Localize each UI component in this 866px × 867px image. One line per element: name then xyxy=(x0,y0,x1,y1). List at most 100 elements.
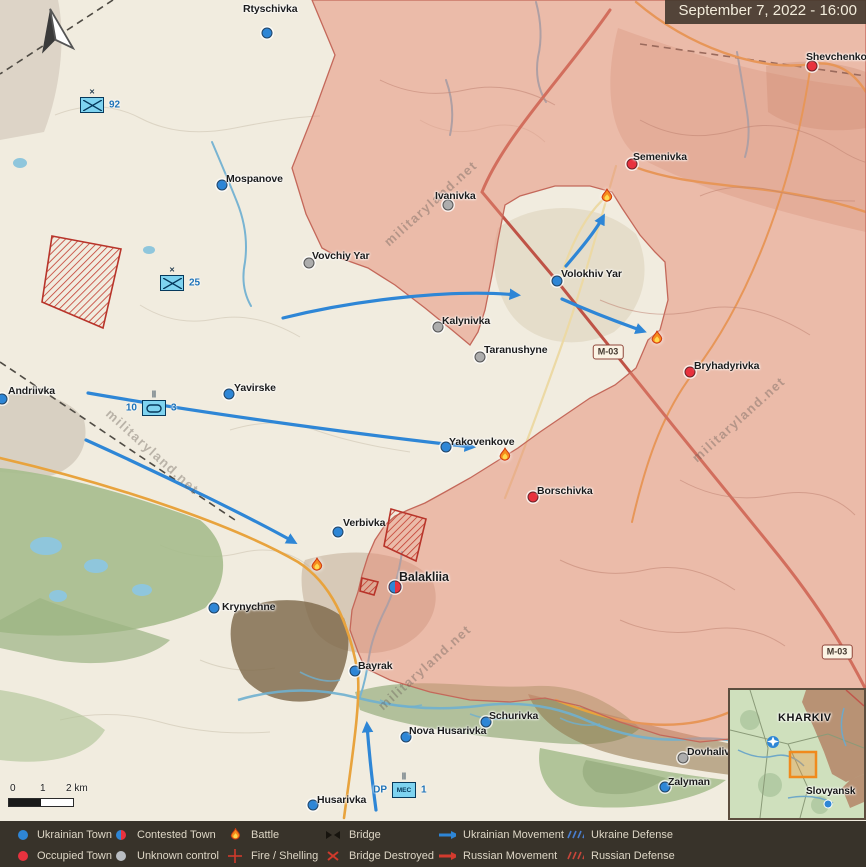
contested-town-icon xyxy=(116,830,126,840)
town-label-borschivka: Borschivka xyxy=(537,485,593,497)
legend-item-contested-town: Contested Town xyxy=(112,825,226,844)
legend-item-occupied-town: Occupied Town xyxy=(16,846,112,865)
shelling-icon xyxy=(228,849,242,863)
legend-icon xyxy=(566,830,584,839)
battle-fire-icon-2 xyxy=(498,447,513,468)
unit-left-label: 10 xyxy=(126,403,137,414)
legend-icon xyxy=(324,850,342,862)
legend-icon xyxy=(566,851,584,860)
town-label-schurivka: Schurivka xyxy=(489,710,538,722)
unit-marker-92: ✕92 xyxy=(80,97,104,113)
watermark-2: militaryland.net xyxy=(689,374,788,465)
town-dot-krynychne xyxy=(209,603,220,614)
legend-item-russian-movement: Russian Movement xyxy=(438,846,566,865)
legend-item-ukrainian-town: Ukrainian Town xyxy=(16,825,112,844)
ukrainian-movement-icon xyxy=(438,830,456,840)
flame-icon xyxy=(600,188,615,204)
legend-item-battle: Battle xyxy=(226,825,324,844)
bridge-icon xyxy=(325,830,341,840)
legend-item-bridge-destroyed: Bridge Destroyed xyxy=(324,846,438,865)
town-label-taranushyne: Taranushyne xyxy=(484,344,547,356)
town-label-rtyschivka: Rtyschivka xyxy=(243,3,297,15)
battle-fire-icon-0 xyxy=(600,188,615,209)
unit-echelon: || xyxy=(402,773,406,780)
legend-label: Bridge Destroyed xyxy=(349,850,434,862)
legend-item-ukraine-defense: Ukraine Defense xyxy=(566,825,716,844)
town-dot-andriivka xyxy=(0,394,8,405)
legend-icon xyxy=(112,851,130,861)
town-dot-rtyschivka xyxy=(262,28,273,39)
battle-fire-icon-1 xyxy=(650,330,665,351)
legend-label: Occupied Town xyxy=(37,850,112,862)
legend-item-bridge: Bridge xyxy=(324,825,438,844)
legend-item-russian-defense: Russian Defense xyxy=(566,846,716,865)
unit-box: ||MEC xyxy=(392,782,416,798)
legend-label: Ukrainian Movement xyxy=(463,829,564,841)
legend-bar: Ukrainian Town Contested Town Battle Bridge… xyxy=(0,821,866,867)
town-label-ivanivka: Ivanivka xyxy=(435,190,476,202)
inset-focus-rect xyxy=(790,752,816,777)
unit-box: ✕ xyxy=(80,97,104,113)
legend-icon xyxy=(438,851,456,861)
russian-defense-icon xyxy=(566,851,584,860)
watermark-1: militaryland.net xyxy=(381,158,480,249)
unit-marker-25: ✕25 xyxy=(160,275,184,291)
legend-label: Unknown control xyxy=(137,850,219,862)
war-map-screenshot: militaryland.net militaryland.net military… xyxy=(0,0,866,867)
town-label-verbivka: Verbivka xyxy=(343,517,385,529)
town-label-krynychne: Krynychne xyxy=(222,601,275,613)
legend-icon xyxy=(226,849,244,863)
legend-label: Bridge xyxy=(349,829,381,841)
unit-right-label: 92 xyxy=(109,100,120,111)
unit-marker-1: ||MECDP1 xyxy=(392,782,416,798)
town-label-yakovenkove: Yakovenkove xyxy=(449,436,514,448)
inset-overview-map: KHARKIV Slovyansk xyxy=(728,688,866,820)
unit-echelon: ✕ xyxy=(169,266,175,274)
occupied-town-icon xyxy=(18,851,28,861)
legend-icon xyxy=(16,851,30,861)
watermark-0: militaryland.net xyxy=(103,406,202,497)
town-label-yavirske: Yavirske xyxy=(234,382,276,394)
road-shield-0: M-03 xyxy=(593,345,624,360)
town-label-bayrak: Bayrak xyxy=(358,660,392,672)
inset-slovyansk-dot xyxy=(824,800,832,808)
legend-icon xyxy=(112,830,130,840)
town-dot-yavirske xyxy=(224,389,235,400)
legend-label: Battle xyxy=(251,829,279,841)
town-label-semenivka: Semenivka xyxy=(633,151,687,163)
town-label-zalyman: Zalyman xyxy=(668,776,710,788)
legend-label: Ukraine Defense xyxy=(591,829,673,841)
town-label-mospanove: Mospanove xyxy=(226,173,283,185)
legend-item-fire-shelling: Fire / Shelling xyxy=(226,846,324,865)
scale-bar: 0 1 2 km xyxy=(8,783,98,807)
unit-right-label: 3 xyxy=(171,403,177,414)
battle-fire-icon-3 xyxy=(310,557,325,578)
bridge-destroyed-icon xyxy=(326,850,340,862)
unit-box: || xyxy=(142,400,166,416)
town-label-kalynivka: Kalynivka xyxy=(442,315,490,327)
flame-icon xyxy=(310,557,325,573)
unit-echelon: ✕ xyxy=(89,88,95,96)
legend-label: Contested Town xyxy=(137,829,216,841)
inset-map-canvas xyxy=(730,690,864,818)
russian-movement-icon xyxy=(438,851,456,861)
road-shield-1: M-03 xyxy=(822,645,853,660)
flame-icon xyxy=(229,828,242,842)
unknown-control-icon xyxy=(116,851,126,861)
town-label-bryhadyrivka: Bryhadyrivka xyxy=(694,360,759,372)
flame-icon xyxy=(650,330,665,346)
ukraine-defense-icon xyxy=(566,830,584,839)
unit-right-label: 25 xyxy=(189,278,200,289)
unit-right-label: 1 xyxy=(421,785,427,796)
town-label-nova-husarivka: Nova Husarivka xyxy=(409,725,486,737)
town-label-volokhiv-yar: Volokhiv Yar xyxy=(561,268,622,280)
legend-item-unknown-control: Unknown control xyxy=(112,846,226,865)
legend-icon xyxy=(226,828,244,842)
armor-oval xyxy=(146,404,162,413)
legend-icon xyxy=(16,830,30,840)
town-label-husarivka: Husarivka xyxy=(317,794,366,806)
compass-north-arrow xyxy=(26,4,82,63)
town-label-andriivka: Andriivka xyxy=(8,385,55,397)
legend-label: Ukrainian Town xyxy=(37,829,112,841)
town-label-shevchenkove: Shevchenkove xyxy=(806,51,866,63)
